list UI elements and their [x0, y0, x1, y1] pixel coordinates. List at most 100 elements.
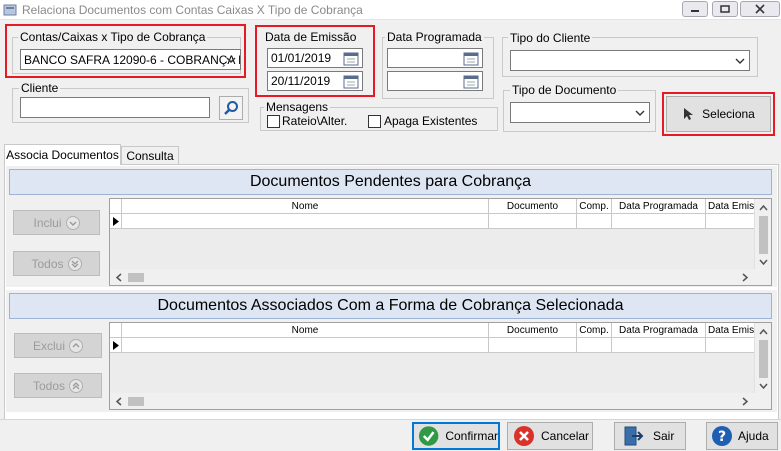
data-emissao-label: Data de Emissão — [263, 30, 359, 44]
rateio-checkbox[interactable] — [267, 115, 280, 128]
rateio-label: Rateio\Alter. — [282, 114, 348, 128]
ajuda-label: Ajuda — [738, 429, 769, 443]
tab-label: Associa Documentos — [6, 148, 119, 162]
search-icon — [224, 101, 238, 115]
column-header-documento[interactable]: Documento — [489, 199, 577, 213]
data-emissao-start-input[interactable]: 01/01/2019 — [267, 48, 363, 68]
svg-text:?: ? — [718, 429, 726, 445]
scroll-left-icon[interactable] — [112, 393, 126, 410]
scroll-thumb[interactable] — [759, 340, 768, 378]
column-header-comp[interactable]: Comp. — [577, 199, 612, 213]
inclui-button[interactable]: Inclui — [13, 210, 100, 235]
minimize-button[interactable] — [682, 1, 708, 17]
tipo-cliente-select[interactable] — [510, 50, 750, 71]
seleciona-label: Seleciona — [702, 107, 755, 121]
ajuda-button[interactable]: ? Ajuda — [706, 422, 778, 450]
column-header-documento[interactable]: Documento — [489, 323, 577, 337]
data-programada-label: Data Programada — [385, 30, 484, 44]
sair-button[interactable]: Sair — [614, 422, 686, 450]
table-row[interactable] — [110, 338, 756, 353]
sair-label: Sair — [653, 429, 675, 443]
scroll-up-icon[interactable] — [755, 325, 772, 339]
cursor-icon — [684, 108, 694, 120]
chevron-down-icon — [635, 110, 645, 116]
calendar-icon[interactable] — [463, 51, 479, 66]
mensagens-label: Mensagens — [264, 100, 331, 114]
cancelar-button[interactable]: Cancelar — [507, 422, 593, 450]
horizontal-scrollbar[interactable] — [110, 269, 771, 286]
column-header-nome[interactable]: Nome — [122, 199, 489, 213]
calendar-icon[interactable] — [343, 51, 359, 66]
tab-label: Consulta — [126, 148, 174, 163]
minimize-icon — [691, 10, 699, 12]
apaga-existentes-label: Apaga Existentes — [384, 114, 478, 128]
scroll-right-icon[interactable] — [738, 269, 752, 286]
seleciona-button[interactable]: Seleciona — [666, 96, 771, 132]
scroll-down-icon[interactable] — [755, 379, 772, 393]
contas-caixas-select[interactable]: BANCO SAFRA 12090-6 - COBRANÇA B... — [20, 49, 241, 70]
vertical-scrollbar[interactable] — [754, 199, 771, 269]
data-emissao-end-input[interactable]: 20/11/2019 — [267, 71, 363, 91]
column-header-comp[interactable]: Comp. — [577, 323, 612, 337]
calendar-icon[interactable] — [343, 74, 359, 89]
calendar-icon[interactable] — [463, 74, 479, 89]
tipo-documento-select[interactable] — [510, 102, 650, 123]
associated-grid[interactable]: Nome Documento Comp. Data Programada Dat… — [109, 322, 772, 410]
cliente-label: Cliente — [19, 81, 61, 95]
scroll-thumb[interactable] — [759, 216, 768, 254]
pending-section-title: Documentos Pendentes para Cobrança — [9, 169, 772, 195]
close-button[interactable] — [740, 1, 780, 17]
cliente-search-button[interactable] — [219, 96, 243, 120]
cancel-icon — [514, 426, 534, 446]
todos-include-button[interactable]: Todos — [13, 251, 100, 276]
row-indicator-header — [110, 199, 122, 213]
scroll-down-icon[interactable] — [755, 255, 772, 269]
vertical-scrollbar[interactable] — [754, 323, 771, 393]
scroll-left-icon[interactable] — [112, 269, 126, 286]
row-indicator — [110, 214, 122, 228]
tab-associa-documentos[interactable]: Associa Documentos — [4, 144, 121, 165]
data-emissao-start-value: 01/01/2019 — [271, 51, 332, 65]
apaga-existentes-checkbox[interactable] — [368, 115, 381, 128]
table-row[interactable] — [110, 214, 756, 229]
data-emissao-end-value: 20/11/2019 — [271, 74, 331, 88]
grid-header: Nome Documento Comp. Data Programada Dat… — [110, 199, 756, 214]
row-pointer-icon — [112, 340, 119, 350]
pending-grid[interactable]: Nome Documento Comp. Data Programada Dat… — [109, 198, 772, 286]
cancelar-label: Cancelar — [541, 429, 590, 443]
chevron-up-circle-icon — [69, 338, 83, 353]
column-header-data-programada[interactable]: Data Programada — [612, 323, 706, 337]
row-pointer-icon — [112, 216, 119, 226]
scroll-thumb[interactable] — [128, 273, 144, 282]
exclui-button[interactable]: Exclui — [14, 333, 102, 358]
column-header-nome[interactable]: Nome — [122, 323, 489, 337]
grid-header: Nome Documento Comp. Data Programada Dat… — [110, 323, 756, 338]
confirmar-label: Confirmar — [445, 429, 498, 443]
tab-consulta[interactable]: Consulta — [121, 146, 179, 164]
contas-caixas-value: BANCO SAFRA 12090-6 - COBRANÇA B... — [24, 52, 241, 67]
confirmar-button[interactable]: Confirmar — [412, 422, 500, 450]
column-header-data-emissao[interactable]: Data Emissão — [706, 323, 756, 337]
row-indicator-header — [110, 323, 122, 337]
footer-divider — [0, 419, 781, 420]
tipo-cliente-label: Tipo do Cliente — [508, 31, 593, 45]
data-programada-start-input[interactable] — [387, 48, 483, 68]
title-bar: Relaciona Documentos com Contas Caixas X… — [0, 0, 781, 20]
data-programada-end-input[interactable] — [387, 71, 483, 91]
scroll-up-icon[interactable] — [755, 201, 772, 215]
tipo-documento-label: Tipo de Documento — [510, 83, 619, 97]
todos-exclude-button[interactable]: Todos — [14, 373, 102, 398]
chevron-down-icon — [735, 58, 745, 64]
contas-caixas-label: Contas/Caixas x Tipo de Cobrança — [18, 30, 208, 44]
column-header-data-emissao[interactable]: Data Emissão — [706, 199, 756, 213]
scroll-thumb[interactable] — [128, 397, 144, 406]
column-header-data-programada[interactable]: Data Programada — [612, 199, 706, 213]
maximize-button[interactable] — [712, 1, 738, 17]
cliente-input[interactable] — [20, 97, 210, 118]
close-icon — [755, 4, 765, 14]
scroll-right-icon[interactable] — [738, 393, 752, 410]
row-indicator — [110, 338, 122, 352]
associated-section-title: Documentos Associados Com a Forma de Cob… — [9, 293, 772, 319]
exit-door-icon — [624, 426, 644, 446]
horizontal-scrollbar[interactable] — [110, 393, 771, 410]
